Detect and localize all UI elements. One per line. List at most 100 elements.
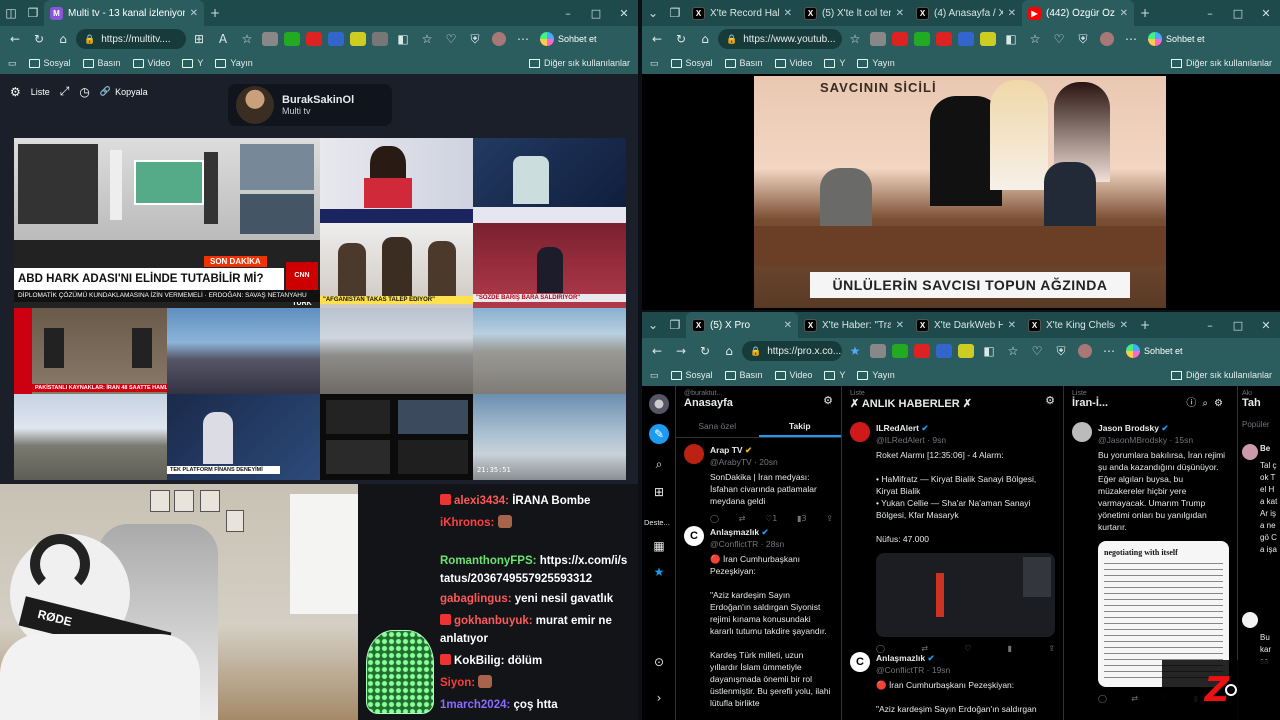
collections-icon[interactable]: ☆ xyxy=(1002,340,1024,362)
settings-gear-icon[interactable]: ⚙ xyxy=(10,85,21,99)
search-icon[interactable]: ⌕ xyxy=(649,454,669,474)
bookmark-folder[interactable]: Basın xyxy=(82,58,121,68)
extension-icon[interactable] xyxy=(262,32,278,46)
profile-avatar[interactable] xyxy=(1074,340,1096,362)
site-settings-icon[interactable]: ⊞ xyxy=(188,28,210,50)
chat-user[interactable]: gabaglingus: xyxy=(440,593,512,605)
share-icon[interactable]: ⇪ xyxy=(826,513,833,525)
column-settings-icon[interactable]: ⚙ xyxy=(823,394,833,407)
forward-icon[interactable]: → xyxy=(670,340,692,362)
extension-icon[interactable] xyxy=(350,32,366,46)
close-window-icon[interactable]: ✕ xyxy=(1252,7,1280,20)
channel-card[interactable]: BurakSakinOl Multi tv xyxy=(228,84,392,126)
extension-icon[interactable] xyxy=(936,344,952,358)
extension-icon[interactable] xyxy=(914,344,930,358)
video-tile[interactable] xyxy=(320,394,473,480)
tab-actions-icon[interactable]: ❐ xyxy=(664,2,686,24)
list-button[interactable]: Liste xyxy=(31,87,50,97)
extension-icon[interactable] xyxy=(914,32,930,46)
bookmark-folder[interactable]: Video xyxy=(774,370,812,380)
expand-icon[interactable]: › xyxy=(649,688,669,708)
maximize-icon[interactable]: □ xyxy=(1224,7,1252,20)
column-settings-icon[interactable]: ⚙ xyxy=(1045,394,1055,407)
extension-icon[interactable] xyxy=(870,344,886,358)
browser-essentials-icon[interactable]: ⛨ xyxy=(1050,340,1072,362)
collections-icon[interactable]: ☆ xyxy=(1024,28,1046,50)
chat-user[interactable]: KokBilig: xyxy=(454,655,504,667)
post-avatar[interactable] xyxy=(1242,444,1258,460)
copilot-button[interactable]: Sohbet et xyxy=(1122,344,1187,358)
chat-user[interactable]: Siyon: xyxy=(440,677,475,689)
address-bar[interactable]: 🔒 https://multitv.... xyxy=(76,29,186,49)
tab-actions-icon[interactable]: ❐ xyxy=(22,2,44,24)
close-window-icon[interactable]: ✕ xyxy=(1252,319,1280,332)
reply-icon[interactable]: ◯ xyxy=(710,513,719,525)
minimize-icon[interactable]: – xyxy=(1196,7,1224,20)
new-tab-button[interactable]: + xyxy=(1134,314,1156,336)
video-tile[interactable] xyxy=(320,308,473,394)
post[interactable]: C Anlaşmazlık ✔ @ConflictTR · 19sn 🔴 İra… xyxy=(850,652,1055,715)
copilot-button[interactable]: Sohbet et xyxy=(536,32,601,46)
address-bar[interactable]: 🔒 https://pro.x.co... xyxy=(742,341,842,361)
post-avatar[interactable]: C xyxy=(850,652,870,672)
close-window-icon[interactable]: ✕ xyxy=(610,7,638,20)
video-tile[interactable]: 21:35:51 xyxy=(473,394,626,480)
bookmarks-icon[interactable]: ▭ xyxy=(8,58,17,69)
collections-icon[interactable]: ☆ xyxy=(416,28,438,50)
favorite-star-icon[interactable]: ☆ xyxy=(236,28,258,50)
favorites-icon[interactable]: ♡ xyxy=(1026,340,1048,362)
browser-tab-youtube[interactable]: ▶(442) Özgür Özel'de✕ xyxy=(1022,0,1134,26)
tab-actions-icon[interactable]: ❐ xyxy=(664,314,686,336)
video-tile[interactable]: PAKİSTANLI KAYNAKLAR: İRAN 48 SAATTE HAM… xyxy=(14,308,167,394)
post-avatar[interactable] xyxy=(1072,422,1092,442)
tab-following[interactable]: Takip xyxy=(758,416,841,437)
more-menu-icon[interactable]: ⋯ xyxy=(512,28,534,50)
repost-icon[interactable]: ⇄ xyxy=(739,513,746,525)
new-tab-button[interactable]: + xyxy=(204,2,226,24)
video-tile[interactable] xyxy=(473,138,626,223)
extension-icon[interactable] xyxy=(284,32,300,46)
tab-multitv[interactable]: M Multi tv - 13 kanal izleniyor ✕ xyxy=(44,0,204,26)
extension-icon[interactable] xyxy=(936,32,952,46)
post-avatar[interactable] xyxy=(850,422,870,442)
extension-icon[interactable] xyxy=(306,32,322,46)
split-screen-icon[interactable]: ◧ xyxy=(392,28,414,50)
extension-icon[interactable] xyxy=(328,32,344,46)
new-tab-button[interactable]: + xyxy=(1134,2,1156,24)
close-tab-icon[interactable]: ✕ xyxy=(1008,8,1016,19)
browser-tab[interactable]: XX'te Record Haber: "✕ xyxy=(686,0,798,26)
favorites-icon[interactable]: ♡ xyxy=(440,28,462,50)
video-tile[interactable] xyxy=(167,308,320,394)
tab-popular[interactable]: Popüler xyxy=(1242,420,1270,429)
fullscreen-icon[interactable]: ⤢ xyxy=(60,84,70,99)
video-tile[interactable] xyxy=(473,308,626,394)
split-screen-icon[interactable]: ◧ xyxy=(1000,28,1022,50)
profile-avatar[interactable] xyxy=(488,28,510,50)
bookmarks-icon[interactable]: ▭ xyxy=(650,370,659,381)
maximize-icon[interactable]: □ xyxy=(1224,319,1252,332)
column-tools[interactable]: ⓘ⌕⚙ xyxy=(1186,394,1229,409)
video-tile[interactable]: SON DAKİKA ABD HARK ADASI'NI ELİNDE TUTA… xyxy=(14,138,320,308)
timer-icon[interactable]: ◷ xyxy=(79,85,89,99)
split-screen-icon[interactable]: ◧ xyxy=(978,340,1000,362)
close-tab-icon[interactable]: ✕ xyxy=(784,8,792,19)
workspaces-icon[interactable]: ⌄ xyxy=(642,314,664,336)
refresh-icon[interactable]: ↻ xyxy=(670,28,692,50)
bookmark-folder[interactable]: Basın xyxy=(724,58,763,68)
workspaces-icon[interactable]: ⌄ xyxy=(642,2,664,24)
browser-essentials-icon[interactable]: ⛨ xyxy=(1072,28,1094,50)
extension-icon[interactable] xyxy=(372,32,388,46)
back-icon[interactable]: ← xyxy=(4,28,26,50)
browser-tab[interactable]: XX'te King Chelsea U✕ xyxy=(1022,312,1134,338)
home-icon[interactable]: ⌂ xyxy=(52,28,74,50)
bookmark-folder[interactable]: Y xyxy=(824,370,845,380)
post-avatar[interactable] xyxy=(1242,612,1258,628)
star-deck-icon[interactable]: ★ xyxy=(649,562,669,582)
extension-icon[interactable] xyxy=(958,32,974,46)
bookmark-folder[interactable]: Basın xyxy=(724,370,763,380)
chat-user[interactable]: alexi3434: xyxy=(454,495,509,507)
other-bookmarks[interactable]: Diğer sık kullanılanlar xyxy=(528,58,630,68)
bookmark-folder[interactable]: Yayın xyxy=(857,58,895,68)
more-menu-icon[interactable]: ⋯ xyxy=(1120,28,1142,50)
video-tile[interactable]: "AFGANİSTAN TAKAS TALEP EDİYOR" xyxy=(320,223,473,308)
